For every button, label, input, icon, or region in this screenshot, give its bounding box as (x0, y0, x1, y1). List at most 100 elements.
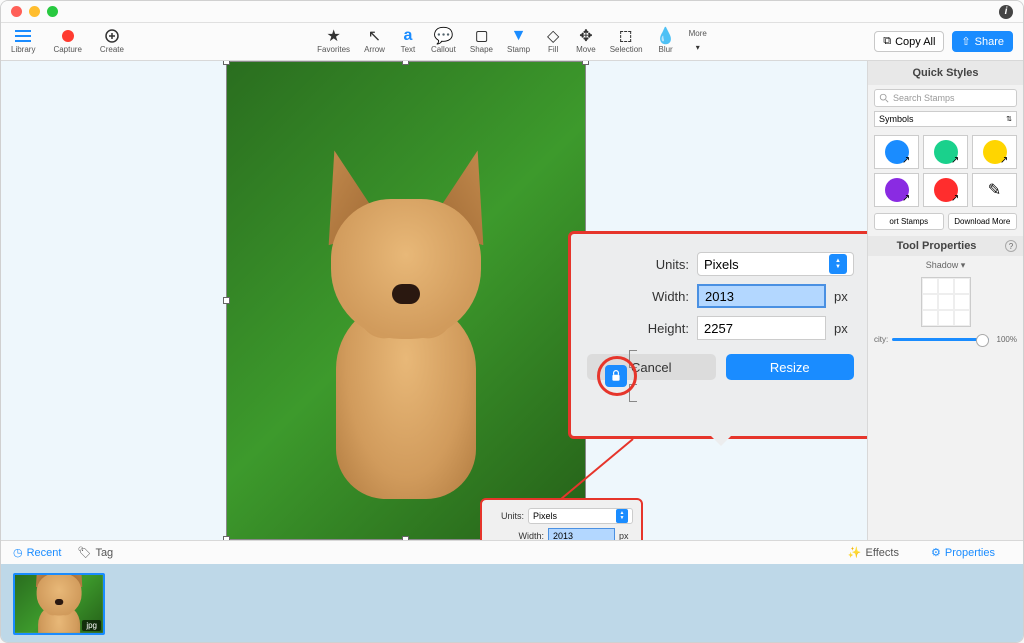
statusbar: ◷ Recent 🏷 Tag ✨ Effects ⚙ Properties (1, 540, 1023, 564)
height-input[interactable]: 2257 (697, 316, 826, 340)
units-label: Units: (631, 257, 689, 272)
width-label: Width: (631, 289, 689, 304)
resize-handle-bl[interactable] (223, 536, 230, 540)
wand-icon: ✎ (988, 180, 1001, 200)
resize-handle-tl[interactable] (223, 61, 230, 65)
fill-icon: ◇ (544, 29, 562, 43)
effects-icon: ✨ (848, 546, 862, 559)
search-icon (879, 93, 889, 103)
search-stamps-input[interactable]: Search Stamps (874, 89, 1017, 107)
stamp-yellow-cursor[interactable] (972, 135, 1017, 169)
app-window: i Library Capture Create ★Favorites ↖Arr… (0, 0, 1024, 643)
px-label: px (834, 289, 854, 304)
stamp-green-cursor[interactable] (923, 135, 968, 169)
shadow-label[interactable]: Shadow ▾ (868, 256, 1023, 275)
properties-button[interactable]: ⚙ Properties (931, 546, 995, 559)
units-select[interactable]: Pixels ▲▼ (697, 252, 854, 276)
tag-button[interactable]: 🏷 Tag (77, 546, 113, 559)
recent-button[interactable]: ◷ Recent (13, 546, 61, 559)
shape-icon (472, 29, 490, 43)
width-input[interactable]: 2013 (697, 284, 826, 308)
quick-styles-title: Quick Styles (868, 61, 1023, 85)
dropdown-chevrons-icon: ⇅ (1006, 115, 1012, 123)
stamp-icon: ▼ (510, 29, 528, 43)
fill-tool[interactable]: ◇Fill (544, 29, 562, 54)
thumbnail-ext-label: jpg (82, 620, 101, 631)
library-button[interactable]: Library (11, 29, 35, 54)
capture-label: Capture (53, 45, 81, 54)
favorites-tool[interactable]: ★Favorites (317, 29, 350, 54)
symbols-dropdown[interactable]: Symbols ⇅ (874, 111, 1017, 127)
stamp-purple-cursor[interactable] (874, 173, 919, 207)
shape-tool[interactable]: Shape (470, 29, 493, 54)
download-more-button[interactable]: Download More (948, 213, 1018, 230)
record-icon (59, 29, 77, 43)
info-icon[interactable]: i (999, 5, 1013, 19)
callout-highlight-circle (597, 356, 637, 396)
px-label: px (619, 531, 633, 540)
create-label: Create (100, 45, 124, 54)
canvas-image[interactable] (226, 61, 586, 540)
arrow-tool[interactable]: ↖Arrow (364, 29, 385, 54)
fullscreen-window-button[interactable] (47, 6, 58, 17)
opacity-label: city: (874, 335, 888, 344)
effects-button[interactable]: ✨ Effects (848, 546, 899, 559)
resize-popover-large: Units: Pixels ▲▼ (568, 231, 867, 439)
import-stamps-button[interactable]: ort Stamps (874, 213, 944, 230)
toolbar: Library Capture Create ★Favorites ↖Arrow… (1, 23, 1023, 61)
stamp-red-cursor[interactable] (923, 173, 968, 207)
px-label: px (834, 321, 854, 336)
stamp-grid: ✎ (868, 129, 1023, 213)
select-chevrons-icon: ▲▼ (616, 509, 628, 523)
minimize-window-button[interactable] (29, 6, 40, 17)
resize-button[interactable]: Resize (726, 354, 855, 380)
stamp-blue-cursor[interactable] (874, 135, 919, 169)
blur-tool[interactable]: 💧Blur (657, 29, 675, 54)
selection-tool[interactable]: Selection (610, 29, 643, 54)
canvas-area[interactable]: Units: Pixels ▲▼ Width: (1, 61, 867, 540)
shadow-direction-grid[interactable] (921, 277, 971, 327)
copy-all-button[interactable]: ⧉Copy All (874, 31, 944, 52)
units-select-sm[interactable]: Pixels ▲▼ (528, 508, 633, 524)
tag-icon: 🏷 (77, 546, 91, 559)
text-icon: a (399, 29, 417, 43)
resize-popover-small: Units: Pixels ▲▼ Width: (480, 498, 643, 540)
resize-handle-bm[interactable] (402, 536, 409, 540)
select-chevrons-icon: ▲▼ (829, 254, 847, 274)
window-controls (11, 6, 58, 17)
share-button[interactable]: ⇧Share (952, 31, 1013, 52)
callout-icon: 💬 (434, 29, 452, 43)
width-label-sm: Width: (510, 531, 544, 540)
share-icon: ⇧ (961, 35, 970, 48)
move-icon: ✥ (577, 29, 595, 43)
more-tools[interactable]: More▾ (689, 29, 707, 54)
opacity-slider[interactable] (892, 338, 989, 341)
capture-button[interactable]: Capture (53, 29, 81, 54)
create-button[interactable]: Create (100, 29, 124, 54)
blur-icon: 💧 (657, 29, 675, 43)
move-tool[interactable]: ✥Move (576, 29, 596, 54)
stamp-wand[interactable]: ✎ (972, 173, 1017, 207)
star-icon: ★ (325, 29, 343, 43)
opacity-value: 100% (993, 335, 1017, 344)
gear-icon: ⚙ (931, 546, 941, 559)
titlebar: i (1, 1, 1023, 23)
resize-handle-tr[interactable] (582, 61, 589, 65)
arrow-icon: ↖ (366, 29, 384, 43)
stamp-tool[interactable]: ▼Stamp (507, 29, 530, 54)
library-label: Library (11, 45, 35, 54)
height-label: Height: (631, 321, 689, 336)
help-icon[interactable]: ? (1005, 240, 1017, 252)
clock-icon: ◷ (13, 546, 23, 559)
tray-thumbnail[interactable]: jpg (13, 573, 105, 635)
image-content (227, 62, 585, 539)
tool-properties-title: Tool Properties (868, 240, 1005, 252)
callout-tool[interactable]: 💬Callout (431, 29, 456, 54)
width-input-sm[interactable]: 2013 (548, 528, 615, 540)
plus-icon (103, 29, 121, 43)
chevron-down-icon: ▾ (689, 40, 707, 54)
close-window-button[interactable] (11, 6, 22, 17)
resize-handle-tm[interactable] (402, 61, 409, 65)
text-tool[interactable]: aText (399, 29, 417, 54)
resize-handle-ml[interactable] (223, 297, 230, 304)
